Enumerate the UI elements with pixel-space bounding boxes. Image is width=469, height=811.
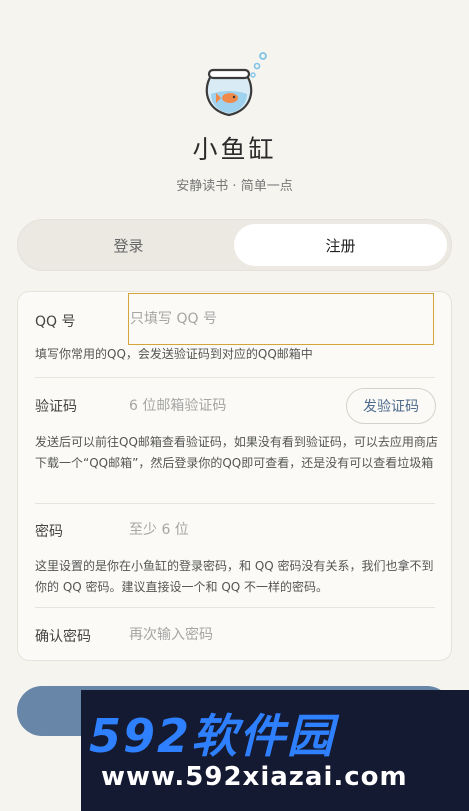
watermark-title: 592软件园: [89, 709, 336, 763]
watermark-banner: 592软件园 www.592xiazai.com: [81, 690, 469, 811]
tab-login[interactable]: 登录: [22, 224, 235, 266]
qq-input[interactable]: [128, 293, 434, 345]
confirm-password-input[interactable]: [128, 609, 434, 661]
app-logo: [0, 48, 469, 120]
divider: [35, 607, 435, 608]
app-slogan: 安静读书 · 简单一点: [176, 179, 293, 194]
confirm-password-label: 确认密码: [35, 629, 91, 645]
fishbowl-icon: [205, 52, 267, 117]
code-hint: 发送后可以前往QQ邮箱查看验证码，如果没有看到验证码，可以去应用商店下载一个“Q…: [35, 435, 438, 470]
register-form: QQ 号 填写你常用的QQ，会发送验证码到对应的QQ邮箱中 验证码 发验证码 发…: [17, 291, 452, 661]
divider: [35, 377, 435, 378]
watermark-url: www.592xiazai.com: [101, 762, 408, 792]
send-code-button[interactable]: 发验证码: [346, 388, 436, 424]
password-input[interactable]: [128, 504, 434, 556]
tab-register[interactable]: 注册: [234, 224, 447, 266]
qq-hint: 填写你常用的QQ，会发送验证码到对应的QQ邮箱中: [35, 347, 313, 361]
password-hint: 这里设置的是你在小鱼缸的登录密码，和 QQ 密码没有关系，我们也拿不到你的 QQ…: [35, 559, 434, 594]
app-name: 小鱼缸: [192, 135, 277, 164]
code-label: 验证码: [35, 399, 77, 415]
password-label: 密码: [35, 524, 63, 540]
qq-label: QQ 号: [35, 314, 76, 330]
code-input[interactable]: [128, 380, 338, 432]
auth-tabs: 登录 注册: [17, 219, 452, 271]
